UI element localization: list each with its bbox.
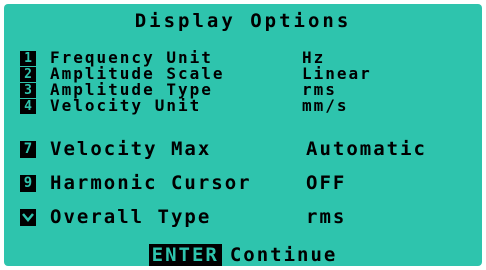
continue-label: Continue (229, 244, 338, 266)
option-value: rms (306, 206, 347, 228)
key-2-badge: 2 (20, 66, 36, 82)
page-title: Display Options (134, 10, 352, 32)
key-4-badge: 4 (20, 98, 36, 114)
option-value: OFF (306, 172, 347, 194)
key-3-badge: 3 (20, 82, 36, 98)
option-velocity-unit[interactable]: 4 Velocity Unit mm/s (20, 98, 349, 114)
option-value: mm/s (302, 96, 349, 115)
option-value: Automatic (306, 138, 427, 160)
key-1-badge: 1 (20, 50, 36, 66)
option-label: Velocity Unit (50, 96, 202, 115)
option-harmonic-cursor[interactable]: 9 Harmonic Cursor OFF (20, 172, 346, 194)
chevron-down-icon (20, 208, 36, 226)
enter-key-badge: ENTER (148, 244, 222, 266)
option-label: Harmonic Cursor (50, 172, 252, 194)
display-options-screen: Display Options 1 Frequency Unit Hz 2 Am… (4, 4, 482, 266)
option-label: Overall Type (50, 206, 212, 228)
option-label: Velocity Max (50, 138, 212, 160)
option-velocity-max[interactable]: 7 Velocity Max Automatic (20, 138, 427, 160)
key-7-badge: 7 (20, 140, 36, 158)
continue-prompt[interactable]: ENTER Continue (4, 244, 482, 266)
option-overall-type[interactable]: Overall Type rms (20, 206, 346, 228)
key-9-badge: 9 (20, 174, 36, 192)
